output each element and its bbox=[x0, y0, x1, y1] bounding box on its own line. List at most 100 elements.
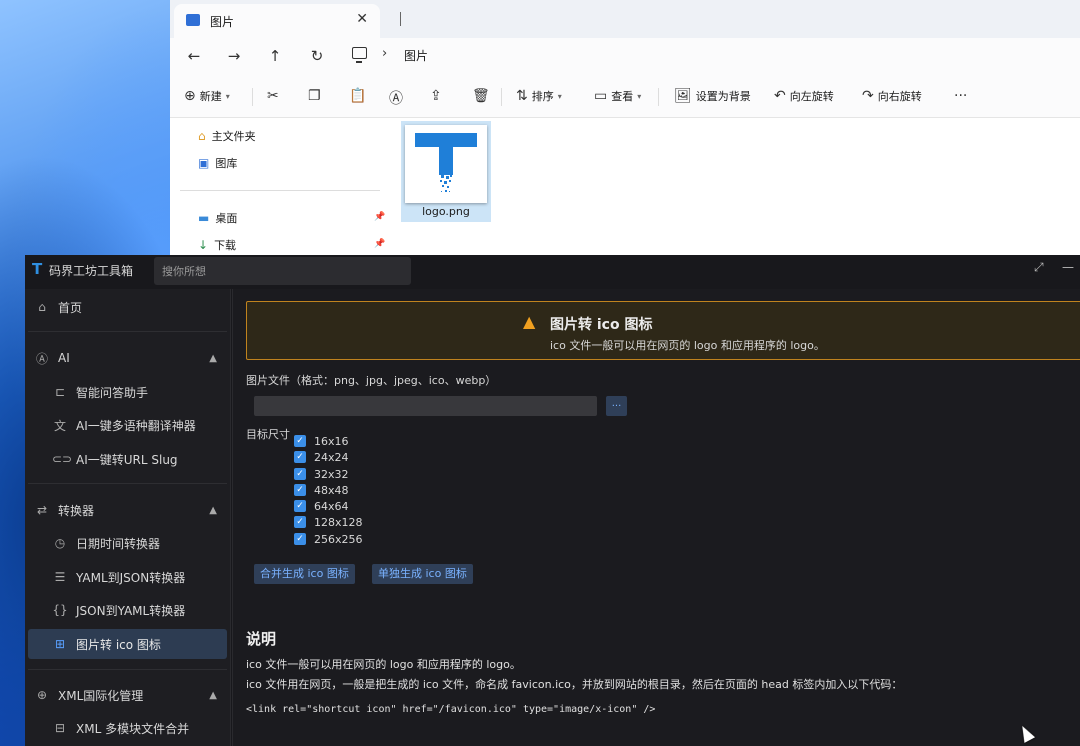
sidebar-item-label: XML国际化管理 bbox=[58, 688, 144, 703]
rotate-right-label: 向右旋转 bbox=[877, 90, 922, 103]
size-option-16[interactable]: ✓ 16x16 bbox=[294, 434, 349, 448]
banner-title: 图片转 ico 图标 bbox=[550, 317, 653, 333]
description-title: 说明 bbox=[246, 630, 277, 648]
sidebar-item-desktop[interactable]: ▬ 桌面 bbox=[198, 210, 237, 226]
ai-icon: Ⓐ bbox=[35, 351, 48, 366]
sidebar-group-ai[interactable]: Ⓐ AI ▲ bbox=[28, 343, 227, 373]
file-item-logo[interactable]: logo.png bbox=[401, 121, 491, 222]
tab-title: 图片 bbox=[210, 15, 235, 29]
size-option-label: 24x24 bbox=[314, 450, 349, 464]
sidebar-group-converter[interactable]: ⇄ 转换器 ▲ bbox=[28, 495, 227, 525]
sidebar-item-image-to-ico[interactable]: ⊞ 图片转 ico 图标 bbox=[28, 629, 227, 659]
checkbox-checked-icon[interactable]: ✓ bbox=[294, 435, 306, 447]
app-name: 码界工坊工具箱 bbox=[49, 264, 134, 278]
search-input[interactable] bbox=[154, 257, 411, 285]
minimize-icon[interactable]: — bbox=[1062, 260, 1074, 274]
sidebar-item-translator[interactable]: 文 AI一键多语种翻译神器 bbox=[28, 410, 227, 440]
sidebar-item-label: JSON到YAML转换器 bbox=[76, 603, 186, 618]
merge-icon: ⊟ bbox=[54, 721, 66, 735]
size-option-32[interactable]: ✓ 32x32 bbox=[294, 467, 349, 481]
clock-icon: ◷ bbox=[54, 536, 66, 550]
rotate-left-button[interactable]: ↶ 向左旋转 bbox=[774, 88, 834, 104]
size-option-128[interactable]: ✓ 128x128 bbox=[294, 515, 363, 529]
size-option-24[interactable]: ✓ 24x24 bbox=[294, 450, 349, 464]
size-option-64[interactable]: ✓ 64x64 bbox=[294, 499, 349, 513]
set-background-button[interactable]: 🖼 设置为背景 bbox=[674, 88, 751, 104]
size-option-label: 32x32 bbox=[314, 467, 349, 481]
more-icon: ··· bbox=[954, 88, 968, 104]
rotate-right-icon: ↷ bbox=[862, 88, 874, 104]
size-option-256[interactable]: ✓ 256x256 bbox=[294, 532, 363, 546]
checkbox-checked-icon[interactable]: ✓ bbox=[294, 484, 306, 496]
rotate-right-button[interactable]: ↷ 向右旋转 bbox=[862, 88, 922, 104]
sidebar-divider bbox=[180, 190, 380, 191]
sidebar-item-label: AI一键多语种翻译神器 bbox=[76, 418, 196, 433]
sidebar-group-xml[interactable]: ⊕ XML国际化管理 ▲ bbox=[28, 680, 227, 710]
sidebar-item-label: 转换器 bbox=[58, 503, 95, 518]
chevron-right-icon[interactable]: › bbox=[382, 46, 387, 61]
description-line-1: ico 文件一般可以用在网页的 logo 和应用程序的 logo。 bbox=[246, 658, 521, 671]
size-option-48[interactable]: ✓ 48x48 bbox=[294, 483, 349, 497]
app-sidebar: ⌂ 首页 Ⓐ AI ▲ ⊏ 智能问答助手 文 AI一键多语种翻译神器 ⊂⊃ AI一键转URL… bbox=[25, 289, 231, 746]
sidebar-item-qa-assistant[interactable]: ⊏ 智能问答助手 bbox=[28, 377, 227, 407]
translate-icon: 文 bbox=[53, 418, 66, 433]
single-generate-button[interactable]: 单独生成 ico 图标 bbox=[372, 564, 473, 584]
checkbox-checked-icon[interactable]: ✓ bbox=[294, 516, 306, 528]
sidebar-item-label: XML 多模块文件合并 bbox=[76, 721, 190, 736]
set-background-label: 设置为背景 bbox=[695, 90, 751, 103]
sidebar-item-xml-merge[interactable]: ⊟ XML 多模块文件合并 bbox=[28, 713, 227, 743]
sidebar-item-label: AI一键转URL Slug bbox=[76, 452, 178, 467]
cut-button[interactable]: ✂ bbox=[267, 88, 279, 104]
checkbox-checked-icon[interactable]: ✓ bbox=[294, 451, 306, 463]
size-option-label: 128x128 bbox=[314, 515, 363, 529]
logo-thumbnail-image bbox=[415, 133, 477, 192]
grid-icon: ⊞ bbox=[54, 637, 66, 651]
size-option-label: 48x48 bbox=[314, 483, 349, 497]
up-icon[interactable]: ↑ bbox=[265, 46, 285, 66]
rotate-left-label: 向左旋转 bbox=[789, 90, 834, 103]
link-icon: ⊂⊃ bbox=[52, 452, 73, 466]
delete-button[interactable]: 🗑 bbox=[472, 88, 490, 104]
rename-button[interactable]: Ⓐ bbox=[389, 88, 403, 108]
pin-icon[interactable]: 📌 bbox=[374, 239, 385, 249]
copy-button[interactable]: ❐ bbox=[308, 88, 321, 104]
file-path-input[interactable] bbox=[254, 396, 597, 416]
checkbox-checked-icon[interactable]: ✓ bbox=[294, 468, 306, 480]
new-button[interactable]: ⊕ 新建 ▾ bbox=[184, 88, 230, 104]
pin-icon[interactable]: 📌 bbox=[374, 212, 385, 222]
sidebar-item-gallery[interactable]: ▣ 图库 bbox=[198, 155, 237, 171]
forward-icon[interactable]: → bbox=[224, 46, 244, 66]
more-options-button[interactable]: ··· bbox=[954, 88, 967, 104]
sort-label: 排序 bbox=[531, 90, 554, 103]
sidebar-item-downloads[interactable]: ↓ 下载 bbox=[198, 237, 236, 253]
sidebar-item-datetime[interactable]: ◷ 日期时间转换器 bbox=[28, 528, 227, 558]
sidebar-item-home[interactable]: ⌂ 主文件夹 bbox=[198, 128, 256, 144]
braces-icon: {} bbox=[52, 603, 68, 617]
close-tab-icon[interactable]: ✕ bbox=[356, 11, 368, 27]
share-button[interactable]: ⇪ bbox=[430, 88, 442, 104]
address-breadcrumb[interactable]: 图片 bbox=[404, 47, 428, 64]
pictures-folder-icon bbox=[186, 14, 200, 26]
sidebar-item-label: 图片转 ico 图标 bbox=[76, 637, 161, 652]
sort-button[interactable]: ⇅ 排序 ▾ bbox=[516, 88, 562, 104]
sidebar-divider bbox=[28, 483, 227, 484]
explorer-tab[interactable]: 图片 ✕ bbox=[174, 4, 380, 38]
checkbox-checked-icon[interactable]: ✓ bbox=[294, 500, 306, 512]
view-button[interactable]: ▭ 查看 ▾ bbox=[594, 88, 641, 104]
paste-icon: 📋 bbox=[349, 88, 367, 104]
sidebar-item-home[interactable]: ⌂ 首页 bbox=[28, 292, 227, 322]
maximize-icon[interactable]: ⤢ bbox=[1034, 260, 1044, 275]
view-label: 查看 bbox=[611, 90, 634, 103]
this-pc-icon[interactable] bbox=[352, 47, 367, 63]
back-icon[interactable]: ← bbox=[184, 46, 204, 66]
explorer-navigation-bar: ← → ↑ ↻ › 图片 bbox=[170, 38, 1080, 74]
paste-button[interactable]: 📋 bbox=[349, 88, 366, 104]
browse-button[interactable]: ... bbox=[606, 396, 627, 416]
sidebar-item-url-slug[interactable]: ⊂⊃ AI一键转URL Slug bbox=[28, 444, 227, 474]
sidebar-item-yaml-to-json[interactable]: ☰ YAML到JSON转换器 bbox=[28, 562, 227, 592]
refresh-icon[interactable]: ↻ bbox=[307, 46, 327, 66]
merge-generate-button[interactable]: 合并生成 ico 图标 bbox=[254, 564, 355, 584]
checkbox-checked-icon[interactable]: ✓ bbox=[294, 533, 306, 545]
banner-subtitle: ico 文件一般可以用在网页的 logo 和应用程序的 logo。 bbox=[550, 339, 825, 352]
sidebar-item-json-to-yaml[interactable]: {} JSON到YAML转换器 bbox=[28, 595, 227, 625]
